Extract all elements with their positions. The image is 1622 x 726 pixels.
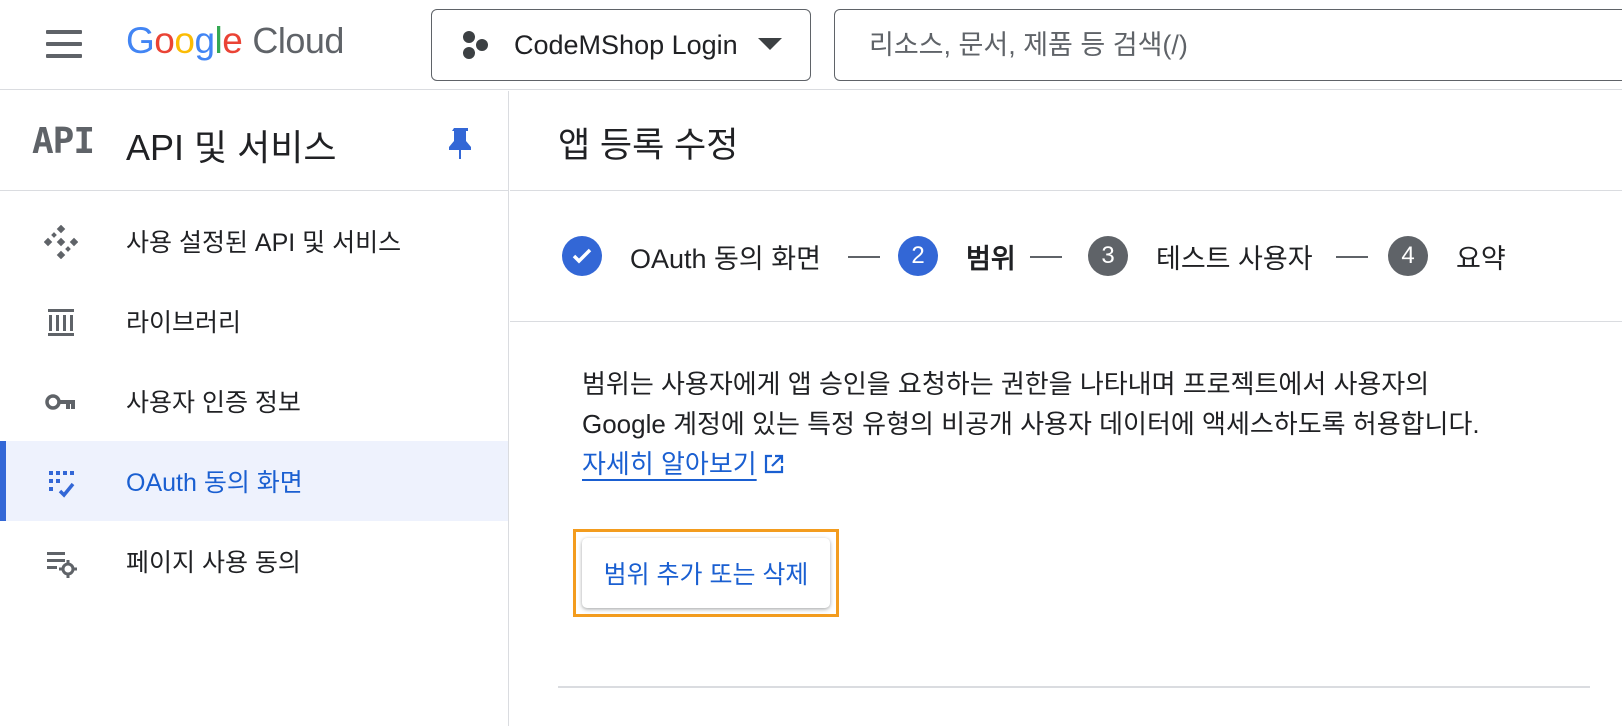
oauth-consent-icon [49, 471, 75, 498]
page-header: 앱 등록 수정 [510, 91, 1622, 191]
hamburger-menu-icon[interactable] [34, 22, 94, 66]
sidebar-item-label: 사용 설정된 API 및 서비스 [126, 229, 402, 257]
project-selector[interactable]: CodeMShop Login [431, 9, 811, 81]
step-test-users[interactable]: 3 테스트 사용자 [1088, 236, 1313, 276]
key-icon [45, 394, 75, 410]
sidebar-item-credentials[interactable]: 사용자 인증 정보 [0, 361, 508, 441]
api-logo: API [32, 121, 95, 162]
step-number: 4 [1388, 236, 1428, 276]
step-label: OAuth 동의 화면 [630, 243, 821, 274]
main-content: 앱 등록 수정 OAuth 동의 화면 2 범위 3 테스트 사용자 4 요약 … [510, 91, 1622, 726]
section-divider [558, 686, 1590, 688]
pin-icon[interactable] [444, 125, 478, 161]
scopes-description: 범위는 사용자에게 앱 승인을 요청하는 권한을 나타내며 프로젝트에서 사용자… [582, 364, 1562, 484]
search-input[interactable] [835, 10, 1622, 80]
sidebar-item-label: 사용자 인증 정보 [126, 389, 301, 417]
description-line: 범위는 사용자에게 앱 승인을 요청하는 권한을 나타내며 프로젝트에서 사용자… [582, 369, 1430, 399]
step-label: 범위 [966, 243, 1016, 274]
step-number: 2 [898, 236, 938, 276]
learn-more-link[interactable]: 자세히 알아보기 [582, 449, 757, 479]
step-connector [1030, 256, 1062, 258]
sidebar-item-label: 페이지 사용 동의 [126, 549, 301, 577]
sidebar-item-label: 라이브러리 [126, 309, 242, 337]
check-icon [562, 236, 602, 276]
step-label: 테스트 사용자 [1156, 243, 1313, 274]
sidebar-nav: 사용 설정된 API 및 서비스 라이브러리 사용자 인증 정보 OAuth 동… [0, 191, 508, 601]
step-number: 3 [1088, 236, 1128, 276]
page-title: 앱 등록 수정 [558, 126, 739, 165]
sidebar-item-oauth-consent[interactable]: OAuth 동의 화면 [0, 441, 508, 521]
project-hexagons-icon [463, 31, 488, 59]
sidebar-title: API 및 서비스 [126, 127, 337, 168]
library-icon [48, 309, 74, 336]
step-summary[interactable]: 4 요약 [1388, 236, 1506, 276]
step-scopes[interactable]: 2 범위 [898, 236, 1016, 276]
sidebar-header: API API 및 서비스 [0, 91, 508, 191]
logo-cloud-text: Cloud [252, 20, 344, 61]
sidebar: API API 및 서비스 사용 설정된 API 및 서비스 라이브러리 사용자… [0, 91, 509, 726]
sidebar-item-enabled-apis[interactable]: 사용 설정된 API 및 서비스 [0, 201, 508, 281]
step-connector [848, 256, 880, 258]
sidebar-item-label: OAuth 동의 화면 [126, 469, 303, 497]
sidebar-item-page-usage-agreement[interactable]: 페이지 사용 동의 [0, 521, 508, 601]
external-link-icon[interactable] [763, 453, 785, 475]
api-diamond-icon [44, 225, 78, 259]
step-label: 요약 [1456, 243, 1506, 274]
caret-down-icon [758, 38, 782, 50]
project-name: CodeMShop Login [514, 29, 738, 60]
sidebar-item-library[interactable]: 라이브러리 [0, 281, 508, 361]
step-oauth-consent[interactable]: OAuth 동의 화면 [562, 236, 821, 276]
add-remove-scopes-button[interactable]: 범위 추가 또는 삭제 [582, 538, 830, 608]
google-cloud-logo[interactable]: Google Cloud [126, 20, 344, 68]
step-connector [1336, 256, 1368, 258]
stepper: OAuth 동의 화면 2 범위 3 테스트 사용자 4 요약 [510, 191, 1622, 322]
page-settings-icon [47, 552, 77, 578]
top-bar: Google Cloud CodeMShop Login [0, 0, 1622, 90]
search-box[interactable] [834, 9, 1622, 81]
description-line: Google 계정에 있는 특정 유형의 비공개 사용자 데이터에 액세스하도록… [582, 409, 1480, 439]
